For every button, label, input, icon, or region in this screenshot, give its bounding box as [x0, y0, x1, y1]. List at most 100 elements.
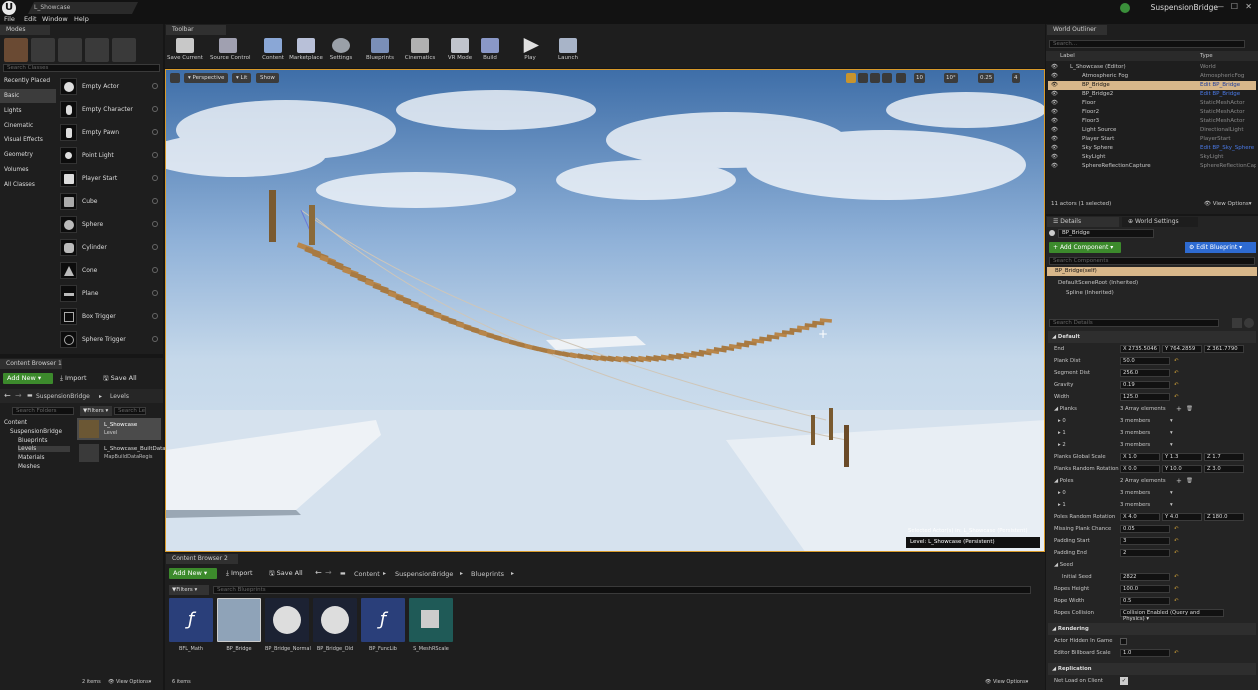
prop-row-value[interactable]: 0.5 [1120, 597, 1170, 605]
tree-suspensionbridge[interactable]: SuspensionBridge [10, 429, 62, 435]
prop-end-z[interactable]: Z 361.7790 [1204, 345, 1244, 353]
perspective-button[interactable]: ▾ Perspective [184, 73, 229, 83]
place-item-point-light[interactable]: Point Light [58, 145, 161, 167]
import-button[interactable]: ⤓ Import [60, 373, 87, 384]
tree-levels[interactable]: Levels [18, 446, 70, 452]
save-all-button[interactable]: 🖫 Save All [269, 568, 303, 579]
section-default[interactable]: ◢ Default [1048, 331, 1256, 343]
visibility-eye-icon[interactable]: 👁 [1051, 144, 1058, 153]
reset-arrow-icon[interactable]: ↶ [1174, 391, 1178, 403]
visibility-eye-icon[interactable]: 👁 [1051, 117, 1058, 126]
landscape-mode-icon[interactable] [58, 38, 82, 62]
prop-poles-rotation-x[interactable]: X 4.0 [1120, 513, 1160, 521]
place-item-sphere-trigger[interactable]: Sphere Trigger [58, 329, 161, 351]
geometry-mode-icon[interactable] [112, 38, 136, 62]
import-button[interactable]: ⤓ Import [226, 568, 253, 579]
menu-window[interactable]: Window [42, 15, 68, 24]
grid-view-icon[interactable] [1232, 318, 1242, 328]
info-icon[interactable] [152, 290, 158, 296]
info-icon[interactable] [152, 313, 158, 319]
prop-planks-rotation-y[interactable]: Y 10.0 [1162, 465, 1202, 473]
component-default-scene-root[interactable]: DefaultSceneRoot (Inherited) [1058, 280, 1138, 286]
rotation-snap-button[interactable]: 10° [944, 73, 958, 83]
outliner-row[interactable]: 👁 Sky Sphere Edit BP_Sky_Sphere [1048, 144, 1256, 153]
outliner-row[interactable]: 👁 SkyLight SkyLight [1048, 153, 1256, 162]
reset-arrow-icon[interactable]: ↶ [1174, 547, 1178, 559]
prop-row-value[interactable]: 256.0 [1120, 369, 1170, 377]
blueprints-button[interactable]: Blueprints [362, 38, 398, 66]
tab-content-browser-1[interactable]: Content Browser 1 [0, 359, 62, 369]
close-icon[interactable]: ✕ [1245, 2, 1252, 11]
add-element-icon[interactable]: + [1176, 403, 1182, 415]
info-icon[interactable] [152, 336, 158, 342]
reset-arrow-icon[interactable]: ↶ [1174, 647, 1178, 659]
place-item-cone[interactable]: Cone [58, 260, 161, 282]
visibility-eye-icon[interactable]: 👁 [1051, 126, 1058, 135]
search-details-input[interactable]: Search Details [1049, 319, 1219, 327]
visibility-eye-icon[interactable]: 👁 [1051, 63, 1058, 72]
prop-planks-scale-y[interactable]: Y 1.3 [1162, 453, 1202, 461]
asset-s-meshrscale[interactable]: S_MeshRScale [409, 598, 453, 653]
tree-meshes[interactable]: Meshes [18, 464, 40, 470]
menu-edit[interactable]: Edit [24, 15, 37, 24]
category-recently-placed[interactable]: Recently Placed [0, 74, 56, 88]
rotate-tool-icon[interactable] [858, 73, 868, 83]
prop-planks-rotation-x[interactable]: X 0.0 [1120, 465, 1160, 473]
add-component-button[interactable]: + Add Component ▾ [1049, 242, 1121, 253]
outliner-row[interactable]: 👁 Floor3 StaticMeshActor [1048, 117, 1256, 126]
search-levels-input[interactable]: Search Le [114, 407, 146, 415]
visibility-eye-icon[interactable]: 👁 [1051, 90, 1058, 99]
asset-l-showcase-builtdata[interactable]: L_Showcase_BuiltData MapBuildDataRegis [77, 442, 166, 464]
actor-name-field[interactable]: BP_Bridge [1058, 229, 1154, 238]
minimize-icon[interactable]: — [1216, 2, 1224, 11]
reset-arrow-icon[interactable]: ↶ [1174, 571, 1178, 583]
tree-materials[interactable]: Materials [18, 455, 45, 461]
edit-blueprint-button[interactable]: ⚙ Edit Blueprint ▾ [1185, 242, 1256, 253]
translate-tool-icon[interactable] [846, 73, 856, 83]
marketplace-button[interactable]: Marketplace [288, 38, 324, 66]
reset-arrow-icon[interactable]: ↶ [1174, 355, 1178, 367]
category-basic[interactable]: Basic [0, 89, 56, 103]
section-replication[interactable]: ◢ Replication [1048, 663, 1256, 675]
outliner-row-type[interactable]: Edit BP_Bridge [1200, 90, 1256, 99]
level-viewport[interactable]: ▾ Perspective ▾ Lit Show 10 10° 0.25 4 +… [165, 69, 1045, 552]
place-mode-icon[interactable] [4, 38, 28, 62]
add-new-button[interactable]: Add New ▾ [169, 568, 217, 579]
tree-blueprints[interactable]: Blueprints [18, 438, 47, 444]
search-classes-input[interactable]: Search Classes [3, 64, 160, 72]
prop-billboard-scale-value[interactable]: 1.0 [1120, 649, 1170, 657]
place-item-plane[interactable]: Plane [58, 283, 161, 305]
show-button[interactable]: Show [256, 73, 279, 83]
outliner-row[interactable]: 👁 BP_Bridge Edit BP_Bridge [1048, 81, 1256, 90]
asset-bp-funclib[interactable]: ƒ BP_FuncLib [361, 598, 405, 653]
category-geometry[interactable]: Geometry [0, 148, 56, 162]
prop-row-value[interactable]: 50.0 [1120, 357, 1170, 365]
info-icon[interactable] [152, 221, 158, 227]
reset-arrow-icon[interactable]: ↶ [1174, 535, 1178, 547]
view-options-button[interactable]: 👁 View Options▾ [108, 679, 151, 685]
scale-tool-icon[interactable] [870, 73, 880, 83]
info-icon[interactable] [152, 129, 158, 135]
outliner-row[interactable]: 👁 Player Start PlayerStart [1048, 135, 1256, 144]
trash-icon[interactable]: 🗑 [1186, 403, 1193, 415]
asset-bp-bridge-old[interactable]: BP_Bridge_Old [313, 598, 357, 653]
source-control-button[interactable]: Source Control [210, 38, 251, 66]
prop-initial-seed-value[interactable]: 2822 [1120, 573, 1170, 581]
viewport-options-icon[interactable] [170, 73, 180, 83]
tab-world-outliner[interactable]: World Outliner [1047, 25, 1107, 35]
tab-modes[interactable]: Modes [0, 25, 50, 35]
outliner-row[interactable]: 👁 BP_Bridge2 Edit BP_Bridge [1048, 90, 1256, 99]
visibility-eye-icon[interactable]: 👁 [1051, 153, 1058, 162]
outliner-row[interactable]: 👁 Floor StaticMeshActor [1048, 99, 1256, 108]
tab-details[interactable]: ☰ Details [1047, 217, 1119, 227]
outliner-search-input[interactable]: Search... [1049, 40, 1245, 48]
info-icon[interactable] [152, 152, 158, 158]
place-item-empty-actor[interactable]: Empty Actor [58, 76, 161, 98]
column-type[interactable]: Type [1200, 53, 1213, 59]
prop-row-value[interactable]: 100.0 [1120, 585, 1170, 593]
info-icon[interactable] [152, 267, 158, 273]
reset-arrow-icon[interactable]: ↶ [1174, 367, 1178, 379]
tab-world-settings[interactable]: ⊕ World Settings [1122, 217, 1198, 227]
prop-row-value[interactable]: 2 [1120, 549, 1170, 557]
place-item-empty-character[interactable]: Empty Character [58, 99, 161, 121]
